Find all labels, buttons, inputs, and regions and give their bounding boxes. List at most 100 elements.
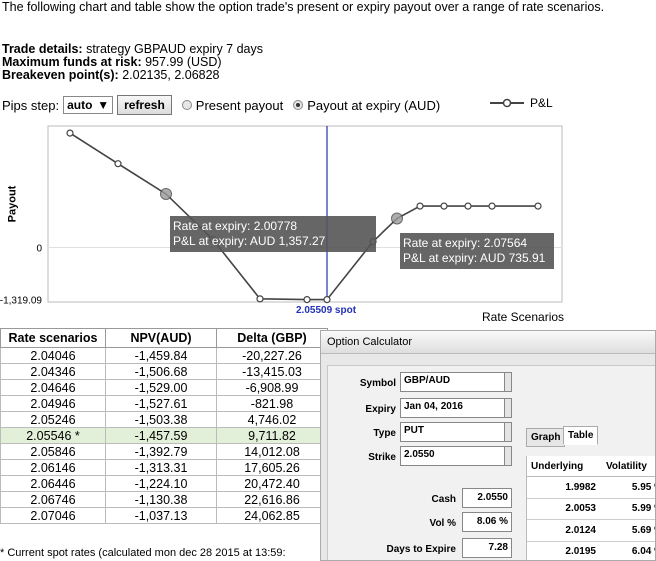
data-point	[323, 295, 331, 304]
legend-label: P&L	[530, 96, 553, 110]
cell-npv: -1,459.84	[105, 347, 217, 364]
panel-title: Option Calculator	[321, 331, 655, 354]
cell-npv: -1,392.79	[105, 443, 217, 460]
data-point	[303, 295, 311, 304]
grid-cell-underlying: 2.0053	[565, 503, 596, 515]
data-point	[440, 202, 448, 210]
pips-select[interactable]: auto ▼	[63, 96, 114, 114]
strike-value: 2.0550	[404, 449, 435, 460]
cell-rate: 2.06146	[0, 459, 106, 476]
table-row: 2.04346 -1,506.68 -13,415.03	[0, 363, 328, 380]
cell-npv: -1,224.10	[105, 475, 217, 492]
header-delta: Delta (GBP)	[216, 328, 328, 348]
days-label: Days to Expire	[386, 544, 456, 555]
cell-delta: -821.98	[216, 395, 328, 412]
type-select[interactable]: PUT	[400, 422, 512, 442]
data-point	[391, 212, 403, 225]
cell-npv: -1,529.00	[105, 379, 217, 396]
expiry-select[interactable]: Jan 04, 2016	[400, 398, 512, 418]
days-input[interactable]: 7.28	[462, 538, 512, 558]
chevron-down-icon	[504, 372, 512, 392]
header-npv: NPV(AUD)	[105, 328, 217, 348]
cell-rate: 2.06746	[0, 491, 106, 508]
tab-table[interactable]: Table	[563, 426, 599, 445]
pips-label: Pips step:	[2, 97, 60, 113]
cell-rate: 2.05846	[0, 443, 106, 460]
breakeven-label: Breakeven point(s):	[2, 68, 119, 82]
tooltip-line: P&L at expiry: AUD 735.91	[403, 251, 546, 265]
symbol-select[interactable]: GBP/AUD	[400, 372, 512, 392]
trade-value: strategy GBPAUD expiry 7 days	[86, 42, 263, 56]
data-point	[114, 160, 122, 168]
expiry-value: Jan 04, 2016	[404, 401, 463, 412]
trade-details: Trade details: strategy GBPAUD expiry 7 …	[2, 43, 263, 82]
expiry-payout-label: Payout at expiry (AUD)	[307, 97, 441, 113]
pips-value: auto	[67, 98, 93, 112]
volatility-grid: Underlying Volatility 1.9982 5.95 % 2.0053…	[526, 456, 655, 561]
table-row: 2.05846 -1,392.79 14,012.08	[0, 443, 328, 460]
grid-row[interactable]: 1.9982 5.95 %	[527, 477, 655, 499]
footnote: * Current spot rates (calculated mon dec…	[0, 547, 286, 559]
cell-npv: -1,037.13	[105, 507, 217, 524]
data-point	[160, 187, 172, 200]
refresh-button[interactable]: refresh	[117, 95, 172, 115]
chevron-down-icon	[504, 446, 512, 466]
expiry-payout-radio[interactable]	[293, 100, 304, 110]
symbol-value: GBP/AUD	[404, 375, 451, 386]
cell-npv: -1,503.38	[105, 411, 217, 428]
type-label: Type	[373, 428, 396, 439]
grid-cell-underlying: 2.0124	[565, 524, 596, 536]
cell-delta: -20,227.26	[216, 347, 328, 364]
grid-cell-volatility: 5.95 %	[631, 481, 655, 493]
present-payout-label: Present payout	[195, 97, 284, 113]
grid-row[interactable]: 2.0053 5.99 %	[527, 499, 655, 520]
breakeven-value: 2.02135, 2.06828	[122, 68, 220, 82]
data-point	[416, 202, 424, 210]
cell-npv: -1,313.31	[105, 459, 217, 476]
grid-cell-volatility: 6.04 %	[631, 546, 655, 558]
table-row: 2.06146 -1,313.31 17,605.26	[0, 459, 328, 476]
grid-cell-volatility: 5.99 %	[631, 503, 655, 515]
data-point	[488, 202, 496, 210]
chart-controls: Pips step: auto ▼ refresh Present payout …	[2, 95, 440, 115]
cell-delta: -13,415.03	[216, 363, 328, 380]
grid-cell-volatility: 5.69 %	[631, 524, 655, 536]
vol-input[interactable]: 8.06 %	[462, 512, 512, 532]
grid-cell-underlying: 1.9982	[565, 481, 596, 493]
table-row: 2.05546 * -1,457.59 9,711.82	[0, 427, 328, 444]
grid-header: Underlying Volatility	[527, 456, 655, 477]
cash-label: Cash	[431, 494, 456, 505]
cell-delta: 22,616.86	[216, 491, 328, 508]
cell-rate: 2.05246	[0, 411, 106, 428]
cell-delta: 20,472.40	[216, 475, 328, 492]
data-point	[66, 129, 74, 137]
grid-cell-underlying: 2.0195	[565, 546, 596, 558]
option-calculator-panel: Option Calculator Symbol GBP/AUD Expiry …	[320, 330, 656, 561]
cell-npv: -1,527.61	[105, 395, 217, 412]
cell-rate: 2.07046	[0, 507, 106, 524]
grid-row[interactable]: 2.0195 6.04 %	[527, 542, 655, 561]
cell-rate: 2.04646	[0, 379, 106, 396]
chart-legend: P&L	[490, 96, 553, 110]
cell-rate: 2.06446	[0, 475, 106, 492]
rate-scenario-table: Rate scenarios NPV(AUD) Delta (GBP) 2.04…	[0, 328, 328, 524]
y-tick-label: 0	[36, 244, 42, 255]
y-axis-label: Payout	[6, 185, 19, 223]
plot-area	[47, 125, 563, 303]
table-row: 2.04646 -1,529.00 -6,908.99	[0, 379, 328, 396]
cash-input[interactable]: 2.0550	[462, 488, 512, 508]
cell-npv: -1,130.38	[105, 491, 217, 508]
grid-row[interactable]: 2.0124 5.69 %	[527, 520, 655, 542]
intro-text: The following chart and table show the o…	[2, 0, 605, 14]
tab-graph[interactable]: Graph	[526, 428, 566, 447]
cell-npv: -1,457.59	[105, 427, 217, 444]
present-payout-radio[interactable]	[181, 100, 192, 110]
strike-label: Strike	[368, 452, 396, 463]
data-point	[464, 202, 472, 210]
strike-select[interactable]: 2.0550	[400, 446, 512, 466]
data-point	[256, 295, 264, 303]
cell-delta: 24,062.85	[216, 507, 328, 524]
type-value: PUT	[404, 425, 424, 436]
trade-label: Trade details:	[2, 42, 83, 56]
chevron-down-icon	[504, 398, 512, 418]
